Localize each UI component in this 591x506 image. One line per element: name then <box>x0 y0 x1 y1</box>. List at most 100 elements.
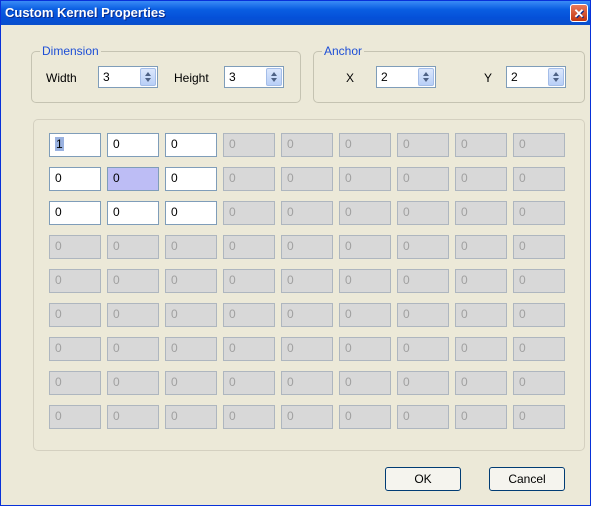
kernel-cell-r2-c6: 0 <box>339 167 391 191</box>
x-label: X <box>346 71 355 85</box>
kernel-cell-r2-c4: 0 <box>223 167 275 191</box>
kernel-cell-r3-c1[interactable]: 0 <box>49 201 101 225</box>
kernel-cell-r8-c4: 0 <box>223 371 275 395</box>
kernel-cell-r5-c9: 0 <box>513 269 565 293</box>
x-value: 2 <box>381 70 388 84</box>
height-label: Height <box>174 71 209 85</box>
kernel-cell-r9-c1: 0 <box>49 405 101 429</box>
kernel-cell-r2-c2[interactable]: 0 <box>107 167 159 191</box>
anchor-group: Anchor X 2 Y 2 <box>313 44 585 103</box>
width-value: 3 <box>103 70 110 84</box>
kernel-cell-r1-c1[interactable]: 1 <box>49 133 101 157</box>
kernel-cell-r4-c5: 0 <box>281 235 333 259</box>
kernel-cell-r9-c7: 0 <box>397 405 449 429</box>
dimension-group: Dimension Width 3 Height 3 <box>31 44 301 103</box>
kernel-cell-r1-c8: 0 <box>455 133 507 157</box>
kernel-cell-r4-c9: 0 <box>513 235 565 259</box>
kernel-cell-r9-c8: 0 <box>455 405 507 429</box>
kernel-cell-r5-c1: 0 <box>49 269 101 293</box>
x-spinner[interactable]: 2 <box>376 66 436 88</box>
kernel-cell-r1-c9: 0 <box>513 133 565 157</box>
kernel-cell-r7-c3: 0 <box>165 337 217 361</box>
kernel-cell-r3-c7: 0 <box>397 201 449 225</box>
kernel-cell-r1-c2[interactable]: 0 <box>107 133 159 157</box>
kernel-cell-r2-c8: 0 <box>455 167 507 191</box>
y-spinner[interactable]: 2 <box>506 66 566 88</box>
width-spinner[interactable]: 3 <box>98 66 158 88</box>
kernel-cell-r4-c2: 0 <box>107 235 159 259</box>
kernel-cell-r5-c5: 0 <box>281 269 333 293</box>
kernel-cell-r9-c2: 0 <box>107 405 159 429</box>
kernel-cell-r6-c7: 0 <box>397 303 449 327</box>
kernel-cell-r8-c7: 0 <box>397 371 449 395</box>
kernel-cell-r6-c4: 0 <box>223 303 275 327</box>
kernel-cell-r8-c3: 0 <box>165 371 217 395</box>
kernel-cell-r6-c9: 0 <box>513 303 565 327</box>
y-label: Y <box>484 71 493 85</box>
x-spin-button[interactable] <box>418 68 434 86</box>
kernel-cell-r8-c1: 0 <box>49 371 101 395</box>
kernel-cell-r1-c6: 0 <box>339 133 391 157</box>
anchor-legend: Anchor <box>322 44 365 58</box>
kernel-cell-r2-c1[interactable]: 0 <box>49 167 101 191</box>
kernel-cell-r2-c9: 0 <box>513 167 565 191</box>
window-title: Custom Kernel Properties <box>5 5 166 20</box>
kernel-cell-r9-c4: 0 <box>223 405 275 429</box>
kernel-cell-r3-c8: 0 <box>455 201 507 225</box>
close-button[interactable]: ✕ <box>570 4 588 22</box>
kernel-cell-r5-c4: 0 <box>223 269 275 293</box>
kernel-cell-r7-c4: 0 <box>223 337 275 361</box>
kernel-grid: 1000000000000000000000000000000000000000… <box>49 133 565 429</box>
kernel-cell-r7-c8: 0 <box>455 337 507 361</box>
kernel-cell-r9-c6: 0 <box>339 405 391 429</box>
width-spin-button[interactable] <box>140 68 156 86</box>
kernel-cell-r7-c1: 0 <box>49 337 101 361</box>
kernel-cell-r6-c1: 0 <box>49 303 101 327</box>
dialog-window: Custom Kernel Properties ✕ Dimension Wid… <box>0 0 591 506</box>
kernel-cell-r5-c3: 0 <box>165 269 217 293</box>
kernel-cell-r2-c3[interactable]: 0 <box>165 167 217 191</box>
kernel-cell-r4-c1: 0 <box>49 235 101 259</box>
kernel-cell-r8-c9: 0 <box>513 371 565 395</box>
kernel-cell-r7-c5: 0 <box>281 337 333 361</box>
height-spinner[interactable]: 3 <box>224 66 284 88</box>
kernel-cell-r4-c8: 0 <box>455 235 507 259</box>
kernel-cell-r7-c7: 0 <box>397 337 449 361</box>
spin-arrows-icon <box>423 72 429 82</box>
height-spin-button[interactable] <box>266 68 282 86</box>
kernel-cell-r6-c3: 0 <box>165 303 217 327</box>
title-bar[interactable]: Custom Kernel Properties ✕ <box>1 1 590 25</box>
kernel-cell-r5-c2: 0 <box>107 269 159 293</box>
kernel-panel: 1000000000000000000000000000000000000000… <box>33 119 585 451</box>
kernel-cell-r9-c5: 0 <box>281 405 333 429</box>
kernel-cell-r1-c5: 0 <box>281 133 333 157</box>
kernel-cell-r6-c2: 0 <box>107 303 159 327</box>
kernel-cell-r8-c5: 0 <box>281 371 333 395</box>
kernel-cell-r7-c2: 0 <box>107 337 159 361</box>
spin-arrows-icon <box>553 72 559 82</box>
kernel-cell-r3-c2[interactable]: 0 <box>107 201 159 225</box>
cancel-button[interactable]: Cancel <box>489 467 565 491</box>
kernel-cell-r9-c3: 0 <box>165 405 217 429</box>
ok-button[interactable]: OK <box>385 467 461 491</box>
kernel-cell-r6-c5: 0 <box>281 303 333 327</box>
kernel-cell-r4-c3: 0 <box>165 235 217 259</box>
kernel-cell-r1-c7: 0 <box>397 133 449 157</box>
kernel-cell-r3-c3[interactable]: 0 <box>165 201 217 225</box>
kernel-cell-r6-c8: 0 <box>455 303 507 327</box>
kernel-cell-r7-c6: 0 <box>339 337 391 361</box>
kernel-cell-r2-c7: 0 <box>397 167 449 191</box>
close-icon: ✕ <box>573 5 585 21</box>
kernel-cell-r3-c9: 0 <box>513 201 565 225</box>
kernel-cell-r3-c4: 0 <box>223 201 275 225</box>
kernel-cell-r4-c6: 0 <box>339 235 391 259</box>
kernel-cell-r2-c5: 0 <box>281 167 333 191</box>
kernel-cell-r1-c3[interactable]: 0 <box>165 133 217 157</box>
kernel-cell-r4-c7: 0 <box>397 235 449 259</box>
width-label: Width <box>46 71 77 85</box>
spin-arrows-icon <box>271 72 277 82</box>
kernel-cell-r3-c5: 0 <box>281 201 333 225</box>
y-spin-button[interactable] <box>548 68 564 86</box>
dimension-legend: Dimension <box>40 44 101 58</box>
kernel-cell-r6-c6: 0 <box>339 303 391 327</box>
